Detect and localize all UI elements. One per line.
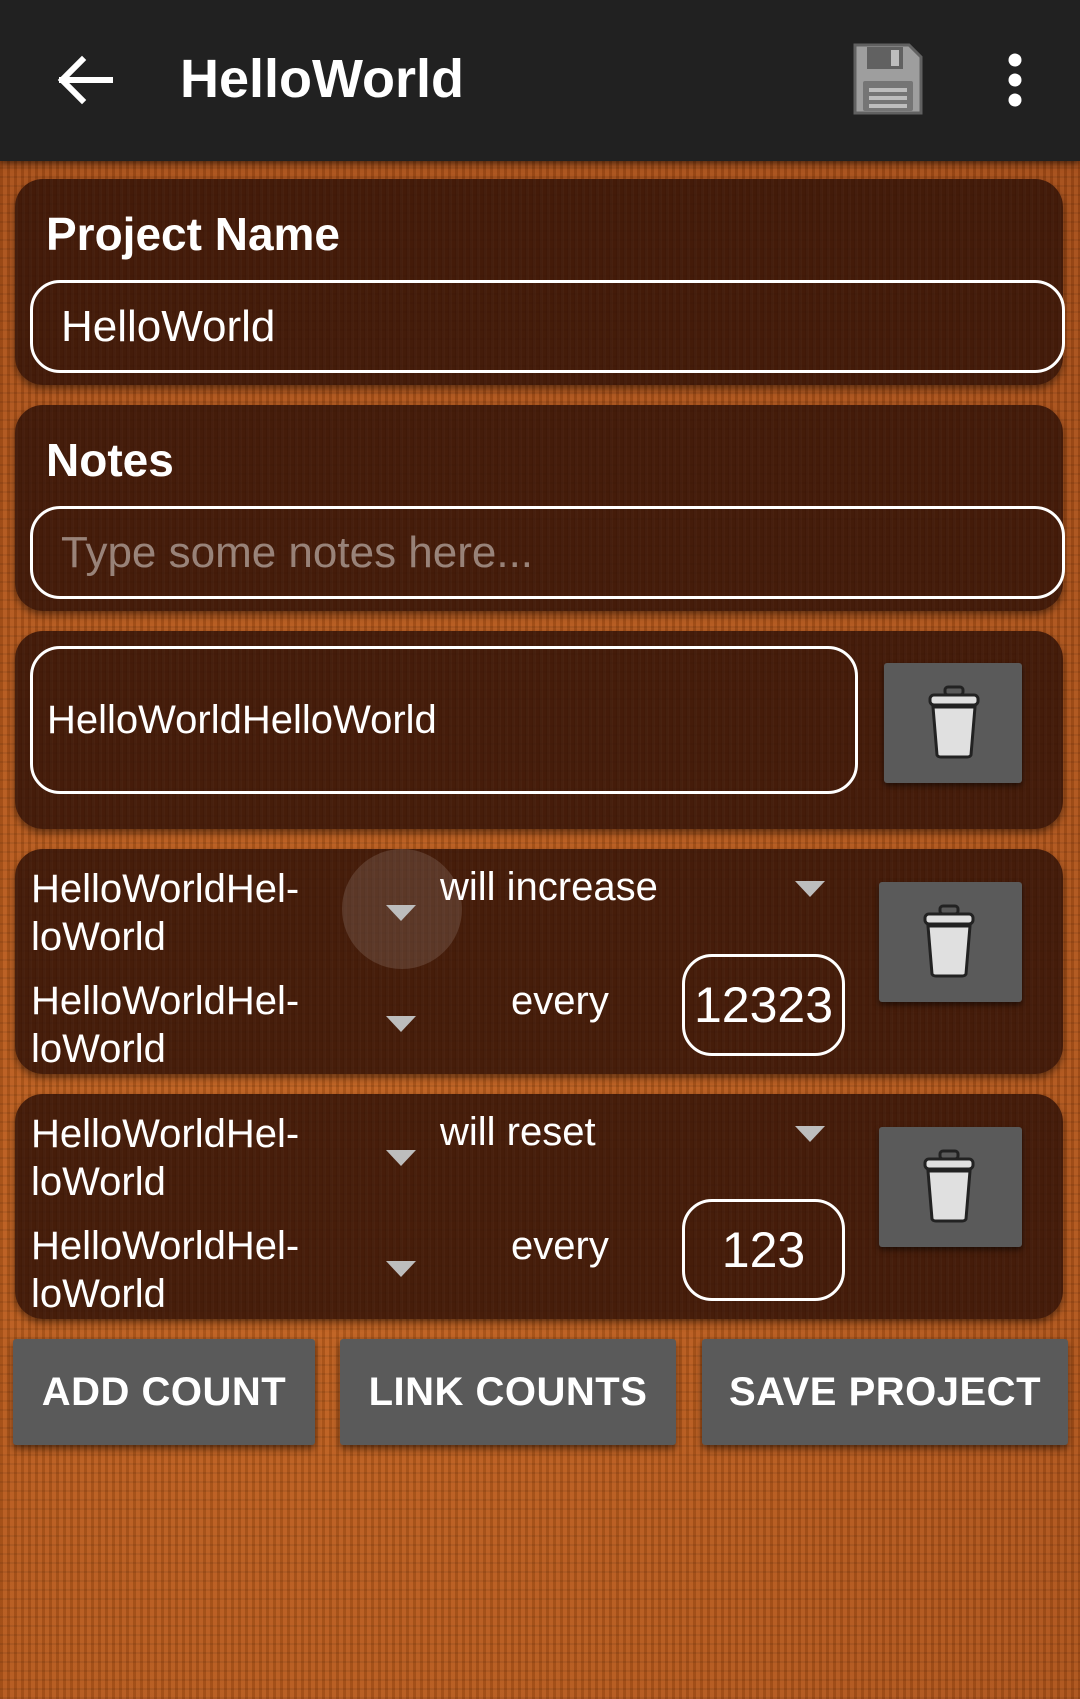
link-rule-card: HelloWorldHel- loWorld will reset HelloW…: [15, 1094, 1063, 1319]
target-counter-text: HelloWorldHel- loWorld: [31, 1224, 300, 1310]
delete-counter-button[interactable]: [884, 663, 1022, 783]
notes-label: Notes: [46, 434, 174, 486]
target-counter-select[interactable]: HelloWorldHel- loWorld: [31, 977, 331, 1065]
arrow-left-icon[interactable]: [52, 48, 116, 112]
project-name-label: Project Name: [46, 208, 341, 260]
link-counts-button[interactable]: LINK COUNTS: [340, 1339, 676, 1445]
source-counter-select[interactable]: HelloWorldHel- loWorld: [31, 865, 331, 961]
action-select[interactable]: will reset: [440, 1110, 596, 1155]
delete-link-button[interactable]: [879, 882, 1022, 1002]
project-name-input[interactable]: [30, 280, 1065, 373]
add-count-button[interactable]: ADD COUNT: [13, 1339, 315, 1445]
source-counter-text: HelloWorldHel- loWorld: [31, 867, 300, 959]
dropdown-caret-icon[interactable]: [386, 1150, 416, 1166]
trash-icon: [923, 1149, 975, 1223]
counter-name-text: HelloWorldHelloWorld: [47, 698, 437, 742]
floppy-disk-icon[interactable]: [853, 43, 923, 115]
more-vertical-icon[interactable]: [1000, 52, 1030, 112]
every-label: every: [511, 1224, 609, 1268]
dropdown-caret-icon[interactable]: [386, 905, 416, 921]
delete-link-button[interactable]: [879, 1127, 1022, 1247]
action-text: will reset: [440, 1110, 596, 1154]
app-bar: HelloWorld: [0, 0, 1080, 161]
counter-card: HelloWorldHelloWorld: [15, 631, 1063, 829]
source-counter-select[interactable]: HelloWorldHel- loWorld: [31, 1110, 331, 1206]
amount-field[interactable]: 12323: [682, 954, 845, 1056]
app-title: HelloWorld: [180, 49, 465, 109]
action-select[interactable]: will increase: [440, 865, 658, 910]
link-rule-card: HelloWorldHel- loWorld will increase Hel…: [15, 849, 1063, 1074]
every-label: every: [511, 979, 609, 1023]
trash-icon: [928, 685, 980, 759]
trash-icon: [923, 904, 975, 978]
amount-field[interactable]: 123: [682, 1199, 845, 1301]
dropdown-caret-icon[interactable]: [795, 881, 825, 897]
notes-input[interactable]: [30, 506, 1065, 599]
counter-name-field[interactable]: HelloWorldHelloWorld: [30, 646, 858, 794]
target-counter-text: HelloWorldHel- loWorld: [31, 979, 300, 1065]
action-text: will increase: [440, 865, 658, 909]
target-counter-select[interactable]: HelloWorldHel- loWorld: [31, 1222, 331, 1310]
project-name-card: Project Name: [15, 179, 1065, 385]
notes-card: Notes: [15, 405, 1065, 611]
dropdown-caret-icon[interactable]: [386, 1016, 416, 1032]
source-counter-text: HelloWorldHel- loWorld: [31, 1112, 300, 1204]
dropdown-caret-icon[interactable]: [386, 1261, 416, 1277]
dropdown-caret-icon[interactable]: [795, 1126, 825, 1142]
save-project-button[interactable]: SAVE PROJECT: [702, 1339, 1068, 1445]
